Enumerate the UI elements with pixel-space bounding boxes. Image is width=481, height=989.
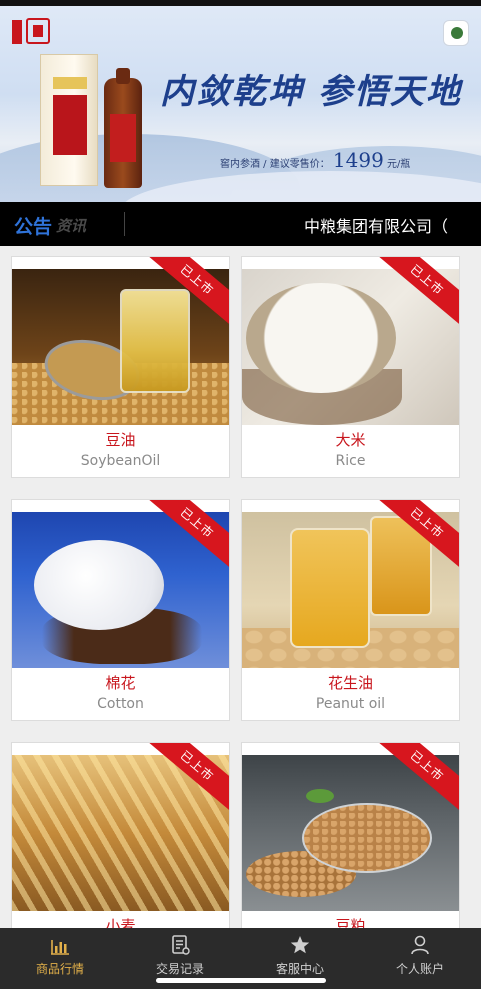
brand-logo xyxy=(12,20,22,44)
divider xyxy=(124,212,125,236)
document-icon xyxy=(172,935,190,955)
product-name-en: Cotton xyxy=(97,696,144,712)
notice-title: 公告 xyxy=(14,216,53,238)
product-name-en: Peanut oil xyxy=(315,696,386,712)
tab-label: 商品行情 xyxy=(35,962,84,976)
corner-logo xyxy=(443,20,469,46)
tab-label: 客服中心 xyxy=(275,962,324,976)
banner-price: 窖内参酒 / 建议零售价： 1499 元/瓶 xyxy=(220,148,410,172)
product-name-en: Rice xyxy=(335,453,366,469)
user-icon xyxy=(411,935,429,955)
product-bottle xyxy=(104,68,142,188)
tab-label: 个人账户 xyxy=(395,962,444,976)
tab-label: 交易记录 xyxy=(155,962,204,976)
product-name: 大米 xyxy=(335,431,366,449)
chart-icon xyxy=(51,940,69,955)
product-gift-box xyxy=(40,54,98,186)
product-name: 棉花 xyxy=(105,674,136,692)
promo-banner[interactable]: 内敛乾坤 参悟天地 窖内参酒 / 建议零售价： 1499 元/瓶 xyxy=(0,6,481,202)
product-card-soybean-oil[interactable]: 已上市 豆油 SoybeanOil xyxy=(11,256,230,478)
brand-logo-mark xyxy=(26,18,50,44)
product-name: 豆油 xyxy=(105,431,136,449)
notice-bar[interactable]: 公告 资讯 中粮集团有限公司（ xyxy=(0,202,481,246)
product-name-en: SoybeanOil xyxy=(80,453,161,469)
product-card-cotton[interactable]: 已上市 棉花 Cotton xyxy=(11,499,230,721)
tab-market[interactable]: 商品行情 xyxy=(0,928,120,989)
price-prefix: 窖内参酒 / 建议零售价： xyxy=(220,159,330,170)
notice-marquee[interactable]: 中粮集团有限公司（ xyxy=(304,213,448,237)
product-card-peanut-oil[interactable]: 已上市 花生油 Peanut oil xyxy=(241,499,460,721)
product-name: 花生油 xyxy=(327,674,373,692)
app-screen: 内敛乾坤 参悟天地 窖内参酒 / 建议零售价： 1499 元/瓶 公告 资讯 中… xyxy=(0,0,481,989)
banner-slogan: 内敛乾坤 参悟天地 xyxy=(160,72,462,112)
home-indicator[interactable] xyxy=(156,978,326,983)
price-value: 1499 xyxy=(332,148,384,172)
price-unit: 元/瓶 xyxy=(387,159,411,170)
tab-account[interactable]: 个人账户 xyxy=(360,928,480,989)
star-icon xyxy=(290,936,310,954)
notice-subtitle: 资讯 xyxy=(56,217,87,235)
product-card-rice[interactable]: 已上市 大米 Rice xyxy=(241,256,460,478)
